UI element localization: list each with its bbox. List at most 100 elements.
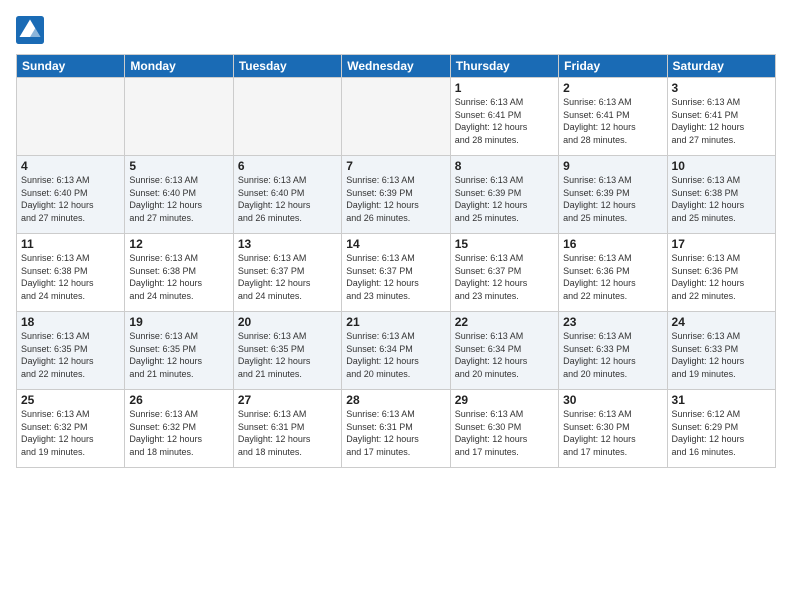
day-number: 6 [238,159,337,173]
day-info: Sunrise: 6:13 AM Sunset: 6:40 PM Dayligh… [129,174,228,224]
day-info: Sunrise: 6:13 AM Sunset: 6:35 PM Dayligh… [21,330,120,380]
day-number: 28 [346,393,445,407]
calendar-cell: 15Sunrise: 6:13 AM Sunset: 6:37 PM Dayli… [450,234,558,312]
calendar-cell: 24Sunrise: 6:13 AM Sunset: 6:33 PM Dayli… [667,312,775,390]
calendar-cell: 23Sunrise: 6:13 AM Sunset: 6:33 PM Dayli… [559,312,667,390]
day-info: Sunrise: 6:13 AM Sunset: 6:41 PM Dayligh… [672,96,771,146]
calendar-cell: 5Sunrise: 6:13 AM Sunset: 6:40 PM Daylig… [125,156,233,234]
calendar-cell: 19Sunrise: 6:13 AM Sunset: 6:35 PM Dayli… [125,312,233,390]
day-info: Sunrise: 6:13 AM Sunset: 6:38 PM Dayligh… [129,252,228,302]
calendar-cell: 13Sunrise: 6:13 AM Sunset: 6:37 PM Dayli… [233,234,341,312]
day-info: Sunrise: 6:13 AM Sunset: 6:38 PM Dayligh… [672,174,771,224]
day-number: 16 [563,237,662,251]
calendar-cell: 11Sunrise: 6:13 AM Sunset: 6:38 PM Dayli… [17,234,125,312]
day-info: Sunrise: 6:13 AM Sunset: 6:31 PM Dayligh… [238,408,337,458]
calendar-cell: 2Sunrise: 6:13 AM Sunset: 6:41 PM Daylig… [559,78,667,156]
calendar-cell: 18Sunrise: 6:13 AM Sunset: 6:35 PM Dayli… [17,312,125,390]
day-number: 24 [672,315,771,329]
calendar-cell: 4Sunrise: 6:13 AM Sunset: 6:40 PM Daylig… [17,156,125,234]
day-info: Sunrise: 6:13 AM Sunset: 6:33 PM Dayligh… [563,330,662,380]
day-number: 3 [672,81,771,95]
day-info: Sunrise: 6:13 AM Sunset: 6:40 PM Dayligh… [238,174,337,224]
day-info: Sunrise: 6:13 AM Sunset: 6:37 PM Dayligh… [455,252,554,302]
day-number: 17 [672,237,771,251]
header-saturday: Saturday [667,55,775,78]
day-number: 5 [129,159,228,173]
day-number: 14 [346,237,445,251]
calendar-cell: 28Sunrise: 6:13 AM Sunset: 6:31 PM Dayli… [342,390,450,468]
day-info: Sunrise: 6:13 AM Sunset: 6:32 PM Dayligh… [21,408,120,458]
day-info: Sunrise: 6:13 AM Sunset: 6:35 PM Dayligh… [129,330,228,380]
day-info: Sunrise: 6:13 AM Sunset: 6:31 PM Dayligh… [346,408,445,458]
day-info: Sunrise: 6:13 AM Sunset: 6:34 PM Dayligh… [455,330,554,380]
calendar-header-row: SundayMondayTuesdayWednesdayThursdayFrid… [17,55,776,78]
day-number: 8 [455,159,554,173]
header-tuesday: Tuesday [233,55,341,78]
calendar-cell [125,78,233,156]
day-number: 30 [563,393,662,407]
day-number: 9 [563,159,662,173]
day-number: 26 [129,393,228,407]
week-row-5: 25Sunrise: 6:13 AM Sunset: 6:32 PM Dayli… [17,390,776,468]
day-number: 12 [129,237,228,251]
day-number: 23 [563,315,662,329]
day-number: 1 [455,81,554,95]
day-number: 13 [238,237,337,251]
day-info: Sunrise: 6:13 AM Sunset: 6:37 PM Dayligh… [346,252,445,302]
calendar-cell: 30Sunrise: 6:13 AM Sunset: 6:30 PM Dayli… [559,390,667,468]
day-number: 19 [129,315,228,329]
day-info: Sunrise: 6:13 AM Sunset: 6:37 PM Dayligh… [238,252,337,302]
calendar-cell: 21Sunrise: 6:13 AM Sunset: 6:34 PM Dayli… [342,312,450,390]
day-info: Sunrise: 6:13 AM Sunset: 6:39 PM Dayligh… [455,174,554,224]
calendar-cell: 27Sunrise: 6:13 AM Sunset: 6:31 PM Dayli… [233,390,341,468]
calendar-cell: 16Sunrise: 6:13 AM Sunset: 6:36 PM Dayli… [559,234,667,312]
logo [16,16,48,44]
page-header [16,16,776,44]
calendar-cell: 10Sunrise: 6:13 AM Sunset: 6:38 PM Dayli… [667,156,775,234]
day-info: Sunrise: 6:13 AM Sunset: 6:41 PM Dayligh… [455,96,554,146]
day-number: 15 [455,237,554,251]
day-number: 20 [238,315,337,329]
logo-icon [16,16,44,44]
calendar-cell: 25Sunrise: 6:13 AM Sunset: 6:32 PM Dayli… [17,390,125,468]
day-number: 29 [455,393,554,407]
day-info: Sunrise: 6:13 AM Sunset: 6:38 PM Dayligh… [21,252,120,302]
day-info: Sunrise: 6:13 AM Sunset: 6:30 PM Dayligh… [563,408,662,458]
day-number: 31 [672,393,771,407]
day-info: Sunrise: 6:13 AM Sunset: 6:39 PM Dayligh… [563,174,662,224]
day-info: Sunrise: 6:13 AM Sunset: 6:30 PM Dayligh… [455,408,554,458]
day-number: 27 [238,393,337,407]
calendar-cell: 17Sunrise: 6:13 AM Sunset: 6:36 PM Dayli… [667,234,775,312]
day-info: Sunrise: 6:13 AM Sunset: 6:39 PM Dayligh… [346,174,445,224]
calendar-cell: 22Sunrise: 6:13 AM Sunset: 6:34 PM Dayli… [450,312,558,390]
calendar-cell: 8Sunrise: 6:13 AM Sunset: 6:39 PM Daylig… [450,156,558,234]
day-number: 11 [21,237,120,251]
calendar-cell: 7Sunrise: 6:13 AM Sunset: 6:39 PM Daylig… [342,156,450,234]
calendar-cell: 1Sunrise: 6:13 AM Sunset: 6:41 PM Daylig… [450,78,558,156]
day-number: 22 [455,315,554,329]
day-info: Sunrise: 6:12 AM Sunset: 6:29 PM Dayligh… [672,408,771,458]
day-info: Sunrise: 6:13 AM Sunset: 6:33 PM Dayligh… [672,330,771,380]
calendar-cell [233,78,341,156]
calendar-cell: 29Sunrise: 6:13 AM Sunset: 6:30 PM Dayli… [450,390,558,468]
day-info: Sunrise: 6:13 AM Sunset: 6:36 PM Dayligh… [563,252,662,302]
calendar-cell: 6Sunrise: 6:13 AM Sunset: 6:40 PM Daylig… [233,156,341,234]
header-thursday: Thursday [450,55,558,78]
day-info: Sunrise: 6:13 AM Sunset: 6:32 PM Dayligh… [129,408,228,458]
day-number: 21 [346,315,445,329]
calendar-cell: 31Sunrise: 6:12 AM Sunset: 6:29 PM Dayli… [667,390,775,468]
calendar-cell [17,78,125,156]
calendar-table: SundayMondayTuesdayWednesdayThursdayFrid… [16,54,776,468]
calendar-cell: 26Sunrise: 6:13 AM Sunset: 6:32 PM Dayli… [125,390,233,468]
day-number: 25 [21,393,120,407]
calendar-cell: 12Sunrise: 6:13 AM Sunset: 6:38 PM Dayli… [125,234,233,312]
day-number: 10 [672,159,771,173]
calendar-cell: 9Sunrise: 6:13 AM Sunset: 6:39 PM Daylig… [559,156,667,234]
day-number: 7 [346,159,445,173]
header-friday: Friday [559,55,667,78]
header-wednesday: Wednesday [342,55,450,78]
week-row-2: 4Sunrise: 6:13 AM Sunset: 6:40 PM Daylig… [17,156,776,234]
calendar-cell [342,78,450,156]
day-info: Sunrise: 6:13 AM Sunset: 6:36 PM Dayligh… [672,252,771,302]
calendar-cell: 3Sunrise: 6:13 AM Sunset: 6:41 PM Daylig… [667,78,775,156]
